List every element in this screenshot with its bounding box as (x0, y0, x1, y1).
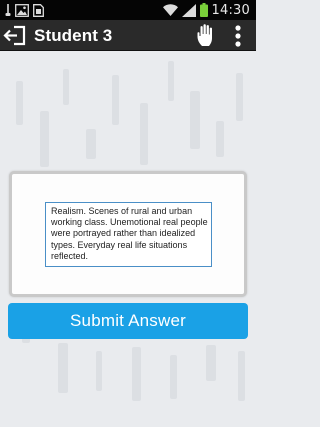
submit-answer-button[interactable]: Submit Answer (8, 303, 248, 339)
notification-icons (5, 3, 44, 17)
raise-hand-icon[interactable] (196, 23, 218, 48)
back-arrow-icon[interactable] (3, 24, 27, 47)
page-title: Student 3 (34, 26, 113, 45)
answer-text-field[interactable]: Realism. Scenes of rural and urban worki… (45, 202, 212, 267)
sim-card-icon (33, 3, 44, 17)
usb-icon (5, 3, 11, 16)
signal-icon (181, 3, 196, 17)
answer-card: Realism. Scenes of rural and urban worki… (9, 171, 247, 297)
system-icons: 14:30 (162, 2, 250, 18)
app-bar: Student 3 (0, 20, 256, 51)
clock: 14:30 (211, 2, 250, 18)
overflow-menu-icon[interactable] (233, 25, 243, 47)
wifi-icon (162, 4, 178, 16)
image-notification-icon (15, 3, 29, 17)
status-bar: 14:30 (0, 0, 256, 20)
battery-icon (199, 3, 208, 17)
